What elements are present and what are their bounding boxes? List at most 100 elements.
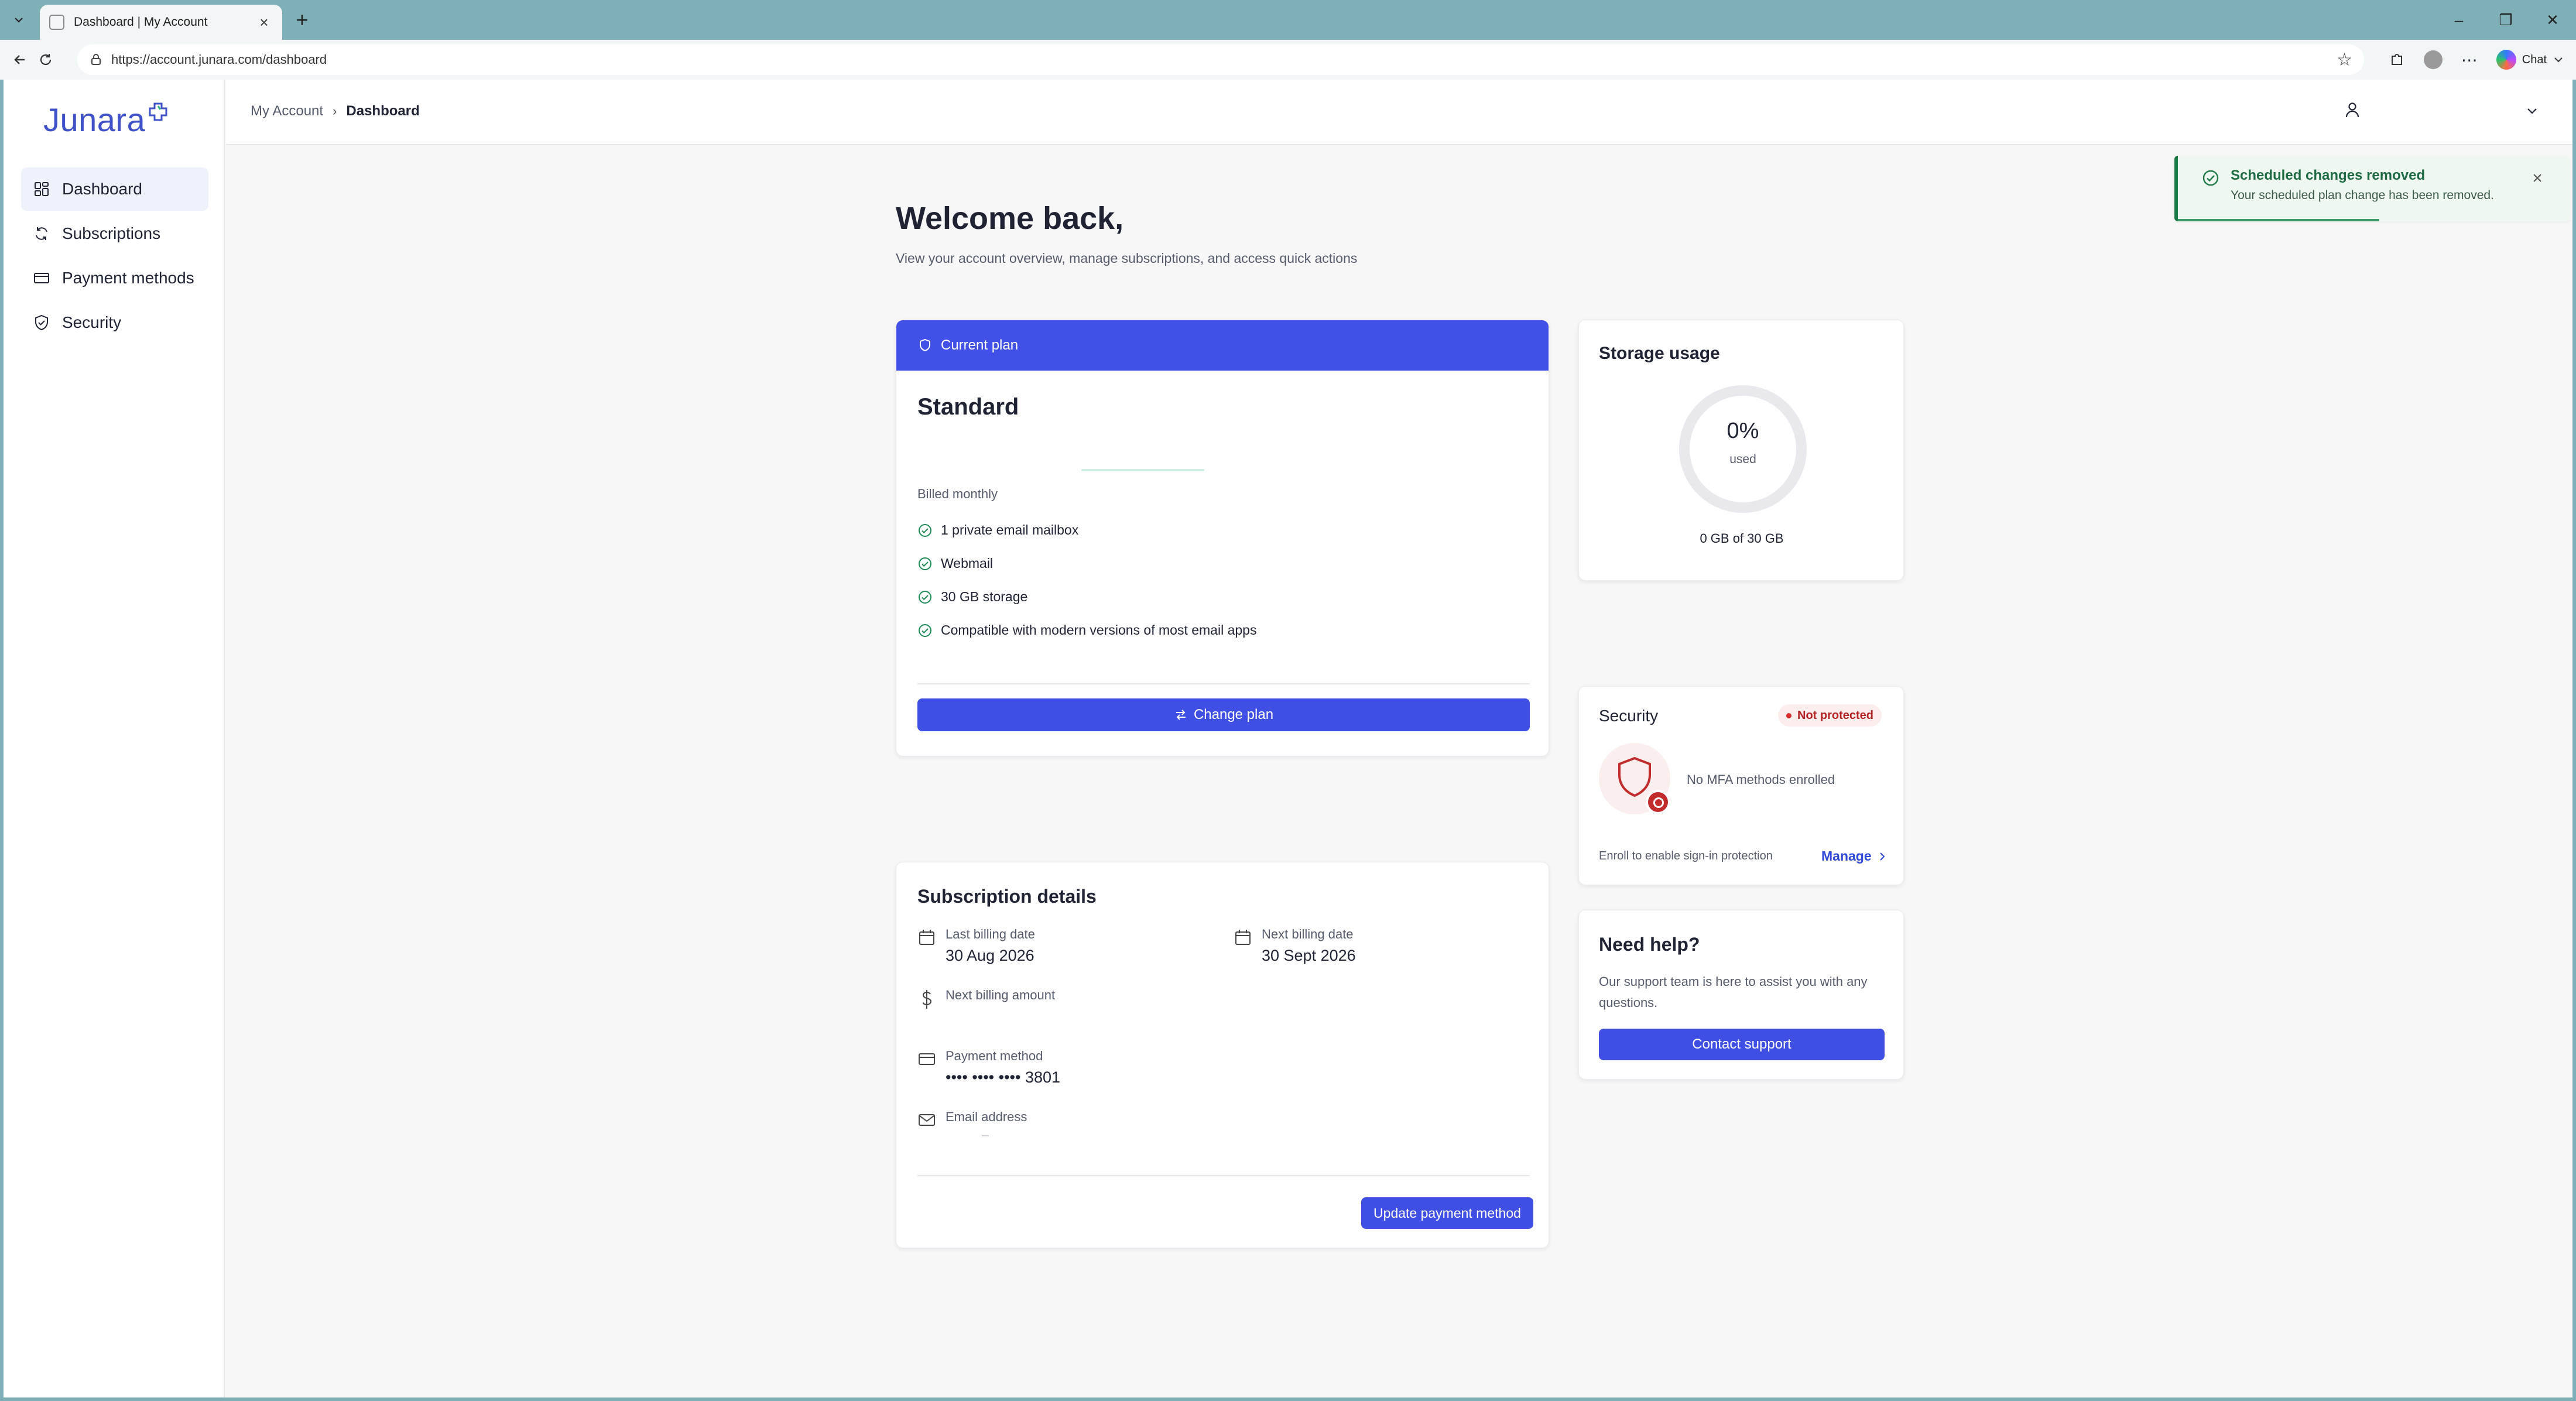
last-billing-value: 30 Aug 2026 (946, 947, 1034, 964)
plan-features-list: 1 private email mailbox Webmail 30 GB st… (917, 513, 1256, 647)
puzzle-icon (2391, 54, 2402, 65)
last-billing-label: Last billing date (946, 927, 1035, 941)
plan-name: Standard (917, 394, 1019, 420)
sidebar-item-label: Security (62, 313, 122, 331)
address-bar[interactable]: https://account.junara.com/dashboard ☆ (77, 44, 2364, 75)
storage-summary: 0 GB of 30 GB (1700, 531, 1784, 546)
security-shield-graphic (1599, 743, 1670, 814)
more-menu-icon[interactable]: ⋯ (2455, 46, 2483, 74)
help-title: Need help? (1599, 934, 1700, 955)
toast-title: Scheduled changes removed (2231, 167, 2426, 183)
sidebar-item-security[interactable]: Security (21, 301, 208, 344)
extensions-icon[interactable] (2383, 46, 2411, 74)
page-subtitle: View your account overview, manage subsc… (896, 251, 1358, 266)
payment-method: Payment method •••• •••• •••• 3801 (917, 1049, 1060, 1087)
profile-avatar (2423, 50, 2443, 69)
toast-close-icon[interactable] (2526, 166, 2549, 190)
dashboard-icon (35, 182, 49, 196)
last-billing-date: Last billing date 30 Aug 2026 (917, 927, 1035, 965)
chat-label: Chat (2522, 53, 2547, 66)
security-title: Security (1599, 707, 1659, 725)
copilot-chat-button[interactable]: Chat (2492, 50, 2569, 70)
close-window-icon[interactable]: ✕ (2529, 0, 2576, 40)
credit-card-icon (919, 1053, 935, 1065)
plan-feature-item: 30 GB storage (917, 580, 1256, 614)
url-text[interactable]: https://account.junara.com/dashboard (111, 52, 2337, 67)
plan-feature-text: 30 GB storage (941, 589, 1028, 604)
check-circle-icon (919, 624, 931, 637)
new-tab-button[interactable]: + (290, 8, 314, 32)
check-circle-icon (919, 557, 931, 570)
credit-card-icon (34, 273, 49, 283)
breadcrumb: My Account › Dashboard (251, 103, 420, 119)
bookmark-star-icon[interactable]: ☆ (2337, 50, 2352, 70)
sidebar-item-subscriptions[interactable]: Subscriptions (21, 212, 208, 255)
update-payment-method-button[interactable]: Update payment method (1361, 1197, 1533, 1229)
close-icon (2533, 174, 2541, 182)
storage-usage-ring (1679, 385, 1807, 513)
chevron-right-icon: › (333, 104, 337, 118)
need-help-card: Need help? Our support team is here to a… (1578, 910, 1904, 1080)
plan-feature-item: Compatible with modern versions of most … (917, 614, 1256, 647)
copilot-icon (2496, 50, 2516, 70)
change-plan-label: Change plan (1193, 707, 1274, 722)
reload-button[interactable] (29, 43, 62, 76)
breadcrumb-parent-link[interactable]: My Account (251, 103, 323, 119)
sidebar: Junara Dashboard Subscriptions Payment m… (4, 80, 225, 1397)
user-icon[interactable] (2342, 100, 2363, 121)
back-arrow-icon (14, 55, 25, 64)
chevron-down-icon (2554, 57, 2563, 63)
enroll-hint: Enroll to enable sign-in protection (1599, 849, 1773, 862)
logo-mark-icon (149, 102, 167, 121)
dollar-icon (922, 990, 932, 1009)
sidebar-item-dashboard[interactable]: Dashboard (21, 167, 208, 211)
browser-tab-bar: Dashboard | My Account × + – ❐ ✕ (0, 0, 2576, 40)
top-bar: My Account › Dashboard (226, 80, 2572, 145)
storage-percent: 0% (1727, 419, 1759, 443)
security-card: Security Not protected No MFA methods en… (1578, 686, 1904, 885)
mail-icon (919, 1114, 935, 1126)
browser-tab-active[interactable]: Dashboard | My Account × (40, 5, 282, 40)
swap-arrows-icon (1176, 710, 1186, 720)
status-dot (1786, 713, 1791, 718)
email-address: Email address (917, 1109, 1027, 1136)
next-billing-value: 30 Sept 2026 (1262, 947, 1356, 964)
chevron-down-icon[interactable] (2524, 103, 2540, 118)
sidebar-item-payment-methods[interactable]: Payment methods (21, 256, 208, 300)
plan-feature-item: 1 private email mailbox (917, 513, 1256, 547)
change-plan-button[interactable]: Change plan (917, 698, 1530, 731)
manage-label: Manage (1821, 848, 1872, 864)
app-viewport: Junara Dashboard Subscriptions Payment m… (4, 80, 2572, 1397)
sidebar-item-label: Payment methods (62, 269, 194, 287)
next-billing-date: Next billing date 30 Sept 2026 (1234, 927, 1356, 965)
contact-support-button[interactable]: Contact support (1599, 1029, 1885, 1060)
tab-close-icon[interactable]: × (255, 13, 273, 31)
payment-method-label: Payment method (946, 1049, 1043, 1063)
check-circle-icon (2202, 170, 2219, 186)
toast-timer-bar (2178, 219, 2379, 221)
calendar-icon (1235, 930, 1251, 945)
brand-logo[interactable]: Junara (43, 101, 170, 139)
manage-security-link[interactable]: Manage (1821, 848, 1887, 864)
storage-used-label: used (1729, 453, 1756, 466)
tab-list-button[interactable] (6, 8, 32, 32)
plan-feature-text: 1 private email mailbox (941, 522, 1079, 537)
restore-icon[interactable]: ❐ (2482, 0, 2529, 40)
shield-check-icon (35, 314, 48, 331)
next-billing-amount: Next billing amount (917, 988, 1055, 1010)
breadcrumb-current: Dashboard (346, 103, 420, 119)
plan-feature-item: Webmail (917, 547, 1256, 580)
current-plan-header: Current plan (896, 320, 1549, 371)
profile-button[interactable] (2419, 46, 2447, 74)
chevron-down-icon (15, 18, 23, 23)
site-info-icon[interactable] (89, 53, 103, 67)
minimize-icon[interactable]: – (2435, 0, 2482, 40)
mfa-status-text: No MFA methods enrolled (1687, 772, 1835, 787)
sidebar-item-label: Dashboard (62, 180, 142, 198)
help-text: Our support team is here to assist you w… (1599, 974, 1868, 1010)
success-toast: Scheduled changes removed Your scheduled… (2174, 156, 2570, 221)
chevron-right-icon (1879, 852, 1885, 861)
subscription-details-title: Subscription details (917, 886, 1097, 907)
check-circle-icon (919, 590, 931, 604)
alert-icon (1646, 790, 1670, 814)
